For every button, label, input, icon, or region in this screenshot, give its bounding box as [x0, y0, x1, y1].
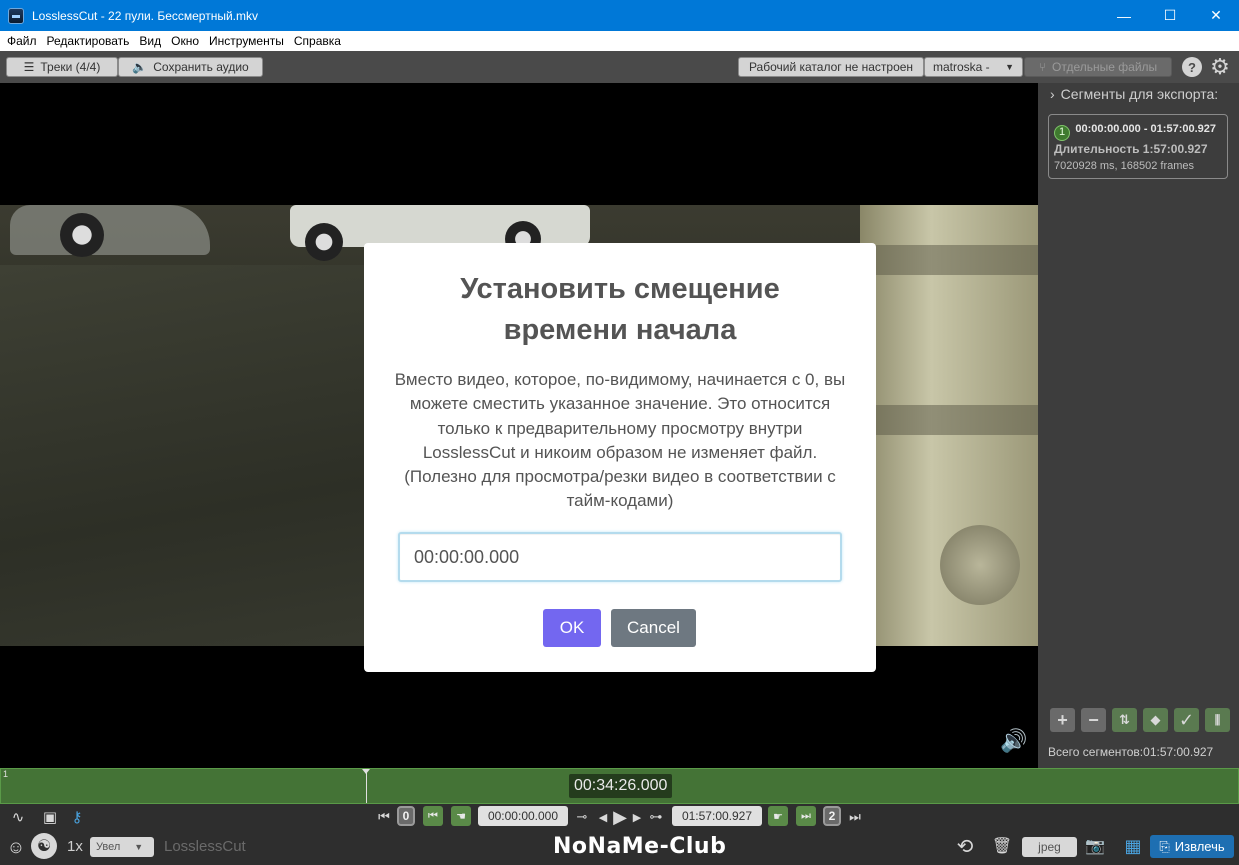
export-icon: ⎘ — [1159, 838, 1170, 854]
segment-tools: + − ⇅ ◆ ✓ ⫼ — [1050, 708, 1230, 732]
key-icon[interactable]: ⚷ — [68, 808, 86, 826]
start-offset-input[interactable] — [398, 532, 842, 582]
play-icon[interactable]: ▶ — [610, 805, 630, 829]
segment-item[interactable]: 1 00:00:00.000 - 01:57:00.927 Длительнос… — [1048, 114, 1228, 179]
menu-bar: Файл Редактировать Вид Окно Инструменты … — [0, 31, 1239, 51]
dialog-text: Вместо видео, которое, по-видимому, начи… — [394, 370, 846, 511]
sort-segments-icon[interactable]: ⇅ — [1112, 708, 1137, 732]
rotate-icon[interactable]: ⟲ — [952, 834, 978, 858]
export-button[interactable]: ⎘ Извлечь — [1150, 835, 1234, 858]
gear-icon[interactable]: ⚙ — [1210, 54, 1230, 79]
segments-panel: › Сегменты для экспорта: 1 00:00:00.000 … — [1038, 83, 1239, 768]
chevron-down-icon: ▼ — [1005, 62, 1014, 72]
set-end-icon[interactable]: ☛ — [768, 806, 788, 826]
list-icon: ☰ — [23, 60, 35, 74]
timeline[interactable]: 1 00:34:26.000 — [0, 768, 1239, 804]
playhead[interactable] — [362, 769, 370, 803]
format-select[interactable]: matroska - ▼ — [924, 57, 1023, 77]
camera-icon[interactable]: 📷 — [1083, 835, 1107, 857]
split-segment-icon[interactable]: ⫼ — [1205, 708, 1230, 732]
start-segment-box[interactable]: 0 — [397, 806, 415, 826]
export-label: Извлечь — [1174, 839, 1225, 854]
zoom-label: Увел — [96, 841, 121, 853]
current-time-display: 00:34:26.000 — [569, 774, 673, 798]
checkmark-icon[interactable]: ✓ — [1174, 708, 1199, 732]
jump-segment-start-icon[interactable]: ⏮ — [423, 806, 443, 826]
waveform-icon[interactable]: ∿ — [6, 808, 30, 826]
capture-format-select[interactable]: jpeg — [1022, 837, 1077, 857]
volume-icon[interactable]: 🔊 — [1000, 728, 1027, 754]
close-button[interactable]: ✕ — [1193, 0, 1239, 31]
separate-files-button[interactable]: ⑂ Отдельные файлы — [1024, 57, 1172, 77]
menu-tools[interactable]: Инструменты — [204, 34, 289, 48]
save-audio-button[interactable]: 🔈 Сохранить аудио — [118, 57, 263, 77]
top-toolbar: ☰ Треки (4/4) 🔈 Сохранить аудио Рабочий … — [0, 51, 1239, 83]
chevron-right-icon: › — [1050, 86, 1055, 102]
maximize-button[interactable]: ☐ — [1147, 0, 1193, 31]
playback-speed[interactable]: 1x — [67, 838, 83, 855]
end-time-field[interactable]: 01:57:00.927 — [672, 806, 762, 826]
start-offset-dialog: Установить смещение времени начала Вмест… — [364, 243, 876, 672]
end-segment-box[interactable]: 2 — [823, 806, 841, 826]
minimize-button[interactable]: — — [1101, 0, 1147, 31]
app-icon — [8, 7, 24, 24]
trash-icon[interactable]: 🗑 — [992, 835, 1012, 857]
jump-to-start-icon[interactable]: ⏮ — [376, 807, 392, 827]
jump-segment-end-icon[interactable]: ⏭ — [796, 806, 816, 826]
segment-number: 1 — [1054, 124, 1070, 141]
segment-frames: 7020928 ms, 168502 frames — [1054, 159, 1195, 172]
timeline-tick-label: 1 — [3, 769, 9, 779]
title-bar: LosslessCut - 22 пули. Бессмертный.mkv —… — [0, 0, 1239, 31]
tag-icon[interactable]: ◆ — [1143, 708, 1168, 732]
dialog-title: Установить смещение времени начала — [460, 273, 780, 346]
step-forward-icon[interactable]: ▶ — [630, 807, 644, 827]
merge-icon: ⑂ — [1038, 60, 1047, 74]
watermark: NoNaMe-Club — [553, 834, 727, 859]
total-segments: Всего сегментов:01:57:00.927 — [1048, 745, 1214, 759]
working-directory-button[interactable]: Рабочий каталог не настроен — [738, 57, 924, 77]
menu-window[interactable]: Окно — [166, 34, 204, 48]
window-title: LosslessCut - 22 пули. Бессмертный.mkv — [32, 8, 258, 23]
image-icon[interactable]: ▣ — [40, 808, 60, 826]
segments-heading-label: Сегменты для экспорта: — [1060, 86, 1219, 102]
zoom-select[interactable]: Увел ▼ — [90, 837, 154, 857]
save-audio-label: Сохранить аудио — [153, 60, 249, 74]
cancel-button[interactable]: Cancel — [611, 609, 696, 647]
step-back-icon[interactable]: ◀ — [596, 807, 610, 827]
add-segment-icon[interactable]: + — [1050, 708, 1075, 732]
calendar-icon[interactable]: ▦ — [1122, 834, 1144, 858]
segments-heading[interactable]: › Сегменты для экспорта: — [1050, 86, 1218, 102]
set-start-icon[interactable]: ☚ — [451, 806, 471, 826]
format-label: matroska - — [933, 60, 990, 74]
segment-duration: Длительность 1:57:00.927 — [1054, 141, 1208, 156]
start-time-field[interactable]: 00:00:00.000 — [478, 806, 568, 826]
ok-button[interactable]: OK — [543, 609, 601, 647]
menu-help[interactable]: Справка — [289, 34, 346, 48]
person-icon[interactable]: ☺ — [6, 836, 26, 858]
jump-to-end-icon[interactable]: ⏭ — [847, 807, 863, 827]
yin-yang-icon[interactable]: ☯ — [31, 833, 57, 859]
key-frame-back-icon[interactable]: ⊸ — [572, 807, 592, 827]
chevron-down-icon: ▼ — [134, 842, 144, 852]
menu-file[interactable]: Файл — [2, 34, 42, 48]
tracks-label: Треки (4/4) — [40, 60, 101, 74]
separate-files-label: Отдельные файлы — [1052, 60, 1158, 74]
help-icon[interactable]: ? — [1182, 57, 1202, 77]
app-name-label: LosslessCut — [164, 838, 246, 855]
speaker-icon: 🔈 — [132, 60, 148, 74]
tracks-button[interactable]: ☰ Треки (4/4) — [6, 57, 118, 77]
key-frame-forward-icon[interactable]: ⊶ — [646, 807, 666, 827]
segment-range: 00:00:00.000 - 01:57:00.927 — [1075, 123, 1217, 135]
menu-edit[interactable]: Редактировать — [42, 34, 135, 48]
menu-view[interactable]: Вид — [134, 34, 166, 48]
remove-segment-icon[interactable]: − — [1081, 708, 1106, 732]
